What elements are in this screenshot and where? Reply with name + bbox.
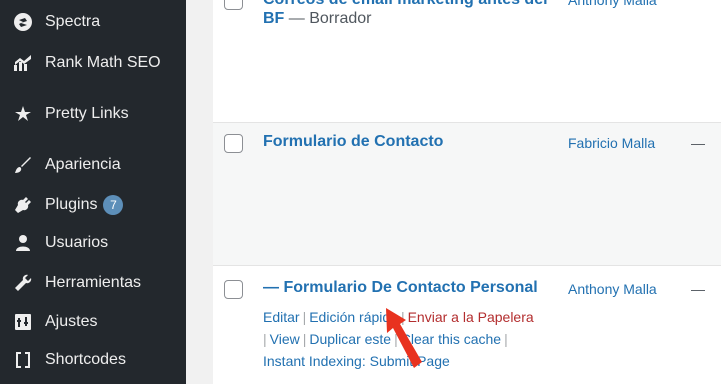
plugin-icon	[13, 195, 33, 215]
settings-icon	[13, 312, 33, 332]
row-checkbox[interactable]	[224, 134, 243, 153]
edit-link[interactable]: Editar	[263, 309, 300, 325]
sidebar-item-label: Spectra	[45, 13, 101, 30]
view-link[interactable]: View	[270, 331, 300, 347]
sidebar-item-plugins[interactable]: Plugins 7	[0, 186, 186, 224]
paintbrush-icon	[13, 155, 33, 175]
sidebar-item-apariencia[interactable]: Apariencia	[0, 146, 186, 184]
sidebar-item-label: Rank Math SEO	[45, 54, 161, 71]
author-link[interactable]: Anthony Malla	[568, 0, 657, 8]
sidebar-item-ajustes[interactable]: Ajustes	[0, 303, 186, 341]
trash-link[interactable]: Enviar a la Papelera	[408, 309, 534, 325]
author-link[interactable]: Fabricio Malla	[568, 135, 655, 151]
sidebar-item-shortcodes[interactable]: Shortcodes	[0, 341, 186, 379]
plugins-update-badge: 7	[103, 195, 124, 215]
post-title-link[interactable]: Correos de email marketing antes del	[263, 0, 548, 9]
sidebar-item-label: Plugins	[45, 196, 98, 213]
post-title-link[interactable]: — Formulario De Contacto Personal	[263, 279, 538, 297]
user-icon	[13, 233, 33, 253]
wrench-icon	[13, 273, 33, 293]
shortcode-icon	[13, 350, 33, 370]
rank-math-icon	[13, 53, 33, 73]
sidebar-item-rank-math-seo[interactable]: Rank Math SEO	[0, 44, 186, 82]
author-link[interactable]: Anthony Malla	[568, 281, 657, 297]
sidebar-item-usuarios[interactable]: Usuarios	[0, 224, 186, 262]
pretty-links-icon	[13, 104, 33, 124]
sidebar-item-spectra[interactable]: Spectra	[0, 3, 186, 41]
annotation-arrow-icon	[386, 308, 422, 368]
sidebar-item-label: Pretty Links	[45, 105, 129, 122]
table-row: Formulario de Contacto Fabricio Malla —	[213, 123, 721, 266]
sidebar-item-label: Herramientas	[45, 274, 142, 291]
table-row: — Formulario De Contacto Personal Anthon…	[213, 266, 721, 384]
sidebar-item-herramientas[interactable]: Herramientas	[0, 264, 186, 302]
post-state: — Borrador	[284, 10, 372, 27]
row-checkbox[interactable]	[224, 280, 243, 299]
duplicate-link[interactable]: Duplicar este	[309, 331, 391, 347]
sidebar-item-label: Shortcodes	[45, 351, 126, 368]
admin-sidebar: Spectra Rank Math SEO Pretty Links Apari…	[0, 0, 186, 384]
spectra-icon	[13, 12, 33, 32]
table-row: Correos de email marketing antes del BF …	[213, 0, 721, 123]
row-checkbox[interactable]	[224, 0, 243, 10]
post-title-link-continued[interactable]: BF — Borrador	[263, 10, 371, 28]
post-title-link[interactable]: Formulario de Contacto	[263, 133, 443, 151]
date-placeholder: —	[691, 135, 705, 151]
sidebar-item-pretty-links[interactable]: Pretty Links	[0, 95, 186, 133]
sidebar-item-label: Apariencia	[45, 156, 121, 173]
content-gutter	[186, 0, 213, 384]
sidebar-item-label: Ajustes	[45, 313, 98, 330]
sidebar-item-label: Usuarios	[45, 234, 109, 251]
date-placeholder: —	[691, 281, 705, 297]
